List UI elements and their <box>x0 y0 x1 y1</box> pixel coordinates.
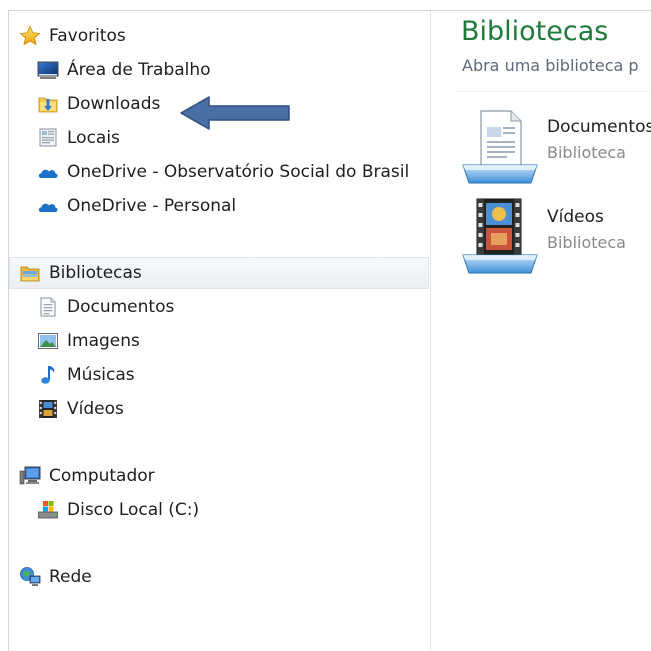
library-name: Documentos <box>547 117 651 137</box>
nav-item-label: Downloads <box>67 94 161 114</box>
nav-item-documents[interactable]: Documentos <box>37 292 174 322</box>
nav-item-label: OneDrive - Observatório Social do Brasil <box>67 162 410 182</box>
library-type: Biblioteca <box>547 233 626 252</box>
nav-group-label: Favoritos <box>49 26 126 46</box>
nav-group-label: Bibliotecas <box>49 263 142 283</box>
nav-group-label: Rede <box>49 567 92 587</box>
network-icon <box>20 567 41 586</box>
annotation-arrow-icon <box>180 96 290 130</box>
desktop-icon <box>37 61 59 79</box>
library-name: Vídeos <box>547 207 604 227</box>
nav-item-videos[interactable]: Vídeos <box>37 394 124 424</box>
navigation-pane[interactable]: Favoritos Área de Trabalho Downloads Loc… <box>9 11 430 651</box>
nav-item-label: Disco Local (C:) <box>67 500 200 520</box>
star-icon <box>19 25 41 46</box>
nav-group-network[interactable]: Rede <box>19 562 92 592</box>
videos-library-icon <box>462 198 538 274</box>
nav-item-local-disk[interactable]: Disco Local (C:) <box>37 495 199 525</box>
computer-icon <box>19 466 41 485</box>
library-type: Biblioteca <box>547 143 626 162</box>
nav-item-recent-places[interactable]: Locais <box>37 123 120 153</box>
nav-item-label: OneDrive - Personal <box>67 196 237 216</box>
documents-icon <box>40 297 56 317</box>
nav-item-onedrive-observatorio[interactable]: OneDrive - Observatório Social do Brasil <box>37 157 409 187</box>
nav-group-favorites[interactable]: Favoritos <box>19 21 126 51</box>
content-pane[interactable]: Bibliotecas Abra uma biblioteca p Docume… <box>431 11 651 651</box>
onedrive-icon <box>38 203 58 212</box>
nav-item-desktop[interactable]: Área de Trabalho <box>37 55 211 85</box>
recent-places-icon <box>39 128 57 147</box>
content-separator <box>455 91 651 92</box>
nav-item-pictures[interactable]: Imagens <box>37 326 140 356</box>
videos-icon <box>39 400 57 418</box>
nav-group-label: Computador <box>49 466 155 486</box>
pictures-icon <box>38 333 58 349</box>
library-item-documents[interactable]: Documentos Biblioteca <box>461 107 651 191</box>
nav-item-label: Documentos <box>67 297 175 317</box>
library-item-videos[interactable]: Vídeos Biblioteca <box>461 197 651 281</box>
nav-item-label: Locais <box>67 128 120 148</box>
documents-library-icon <box>462 110 538 184</box>
page-subtitle: Abra uma biblioteca p <box>462 56 639 75</box>
music-icon <box>41 366 55 384</box>
nav-item-onedrive-personal[interactable]: OneDrive - Personal <box>37 191 236 221</box>
page-title: Bibliotecas <box>461 16 609 47</box>
nav-item-label: Imagens <box>67 331 140 351</box>
nav-item-label: Área de Trabalho <box>67 60 211 80</box>
libraries-folder-icon <box>20 266 40 282</box>
nav-item-label: Vídeos <box>67 399 124 419</box>
nav-item-downloads[interactable]: Downloads <box>37 89 160 119</box>
local-disk-icon <box>38 501 58 519</box>
nav-item-label: Músicas <box>67 365 135 385</box>
onedrive-icon <box>38 169 58 178</box>
nav-group-libraries[interactable]: Bibliotecas <box>9 257 429 289</box>
nav-group-computer[interactable]: Computador <box>19 461 155 491</box>
nav-item-music[interactable]: Músicas <box>37 360 135 390</box>
downloads-folder-icon <box>38 97 58 113</box>
